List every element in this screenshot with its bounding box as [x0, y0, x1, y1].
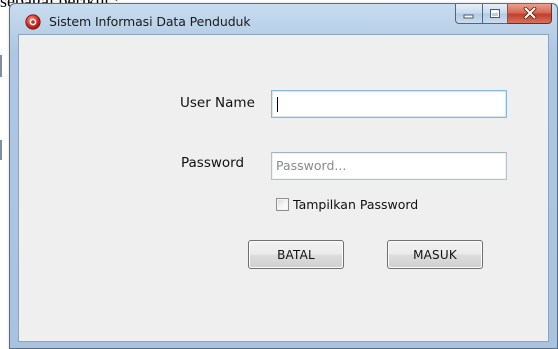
text-caret: [277, 97, 278, 112]
show-password-checkbox[interactable]: [276, 197, 289, 211]
show-password-label[interactable]: Tampilkan Password: [293, 197, 418, 212]
password-placeholder: Password...: [276, 158, 347, 173]
show-password-option[interactable]: Tampilkan Password: [276, 196, 418, 212]
page-edge-mark: [0, 140, 2, 160]
password-input[interactable]: Password...: [271, 152, 507, 180]
login-window: Sistem Informasi Data Penduduk User Name…: [9, 3, 558, 349]
window-title: Sistem Informasi Data Penduduk: [49, 14, 251, 29]
minimize-button[interactable]: [455, 4, 482, 24]
username-label: User Name: [180, 95, 255, 111]
caption-buttons: [455, 4, 552, 24]
minimize-icon: [463, 4, 475, 23]
page-edge-mark: [0, 55, 2, 77]
close-icon: [523, 4, 537, 23]
login-button[interactable]: MASUK: [387, 240, 483, 269]
app-icon[interactable]: [25, 14, 41, 30]
maximize-icon: [489, 4, 501, 23]
close-button[interactable]: [508, 4, 552, 24]
username-input[interactable]: [271, 90, 507, 118]
password-label: Password: [181, 155, 245, 171]
cancel-button[interactable]: BATAL: [248, 240, 344, 269]
form-panel: User Name Password Password... Tampilkan…: [18, 34, 549, 342]
maximize-button[interactable]: [482, 4, 508, 24]
title-bar[interactable]: Sistem Informasi Data Penduduk: [10, 4, 557, 34]
